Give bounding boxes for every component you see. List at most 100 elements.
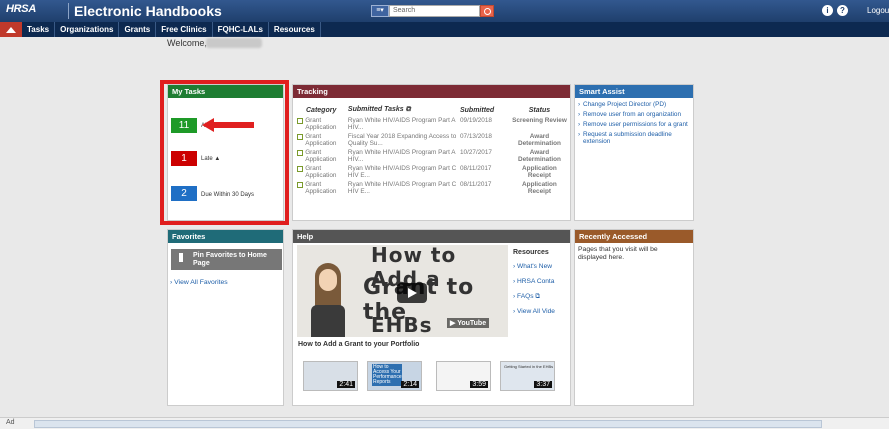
nav-organizations[interactable]: Organizations (55, 22, 120, 37)
table-row: Grant Application Ryan White HIV/AIDS Pr… (296, 180, 569, 196)
row-status: Award Determination (517, 149, 561, 163)
info-icon[interactable]: i (822, 5, 833, 16)
faqs-link[interactable]: › FAQs ⧉ (513, 293, 565, 301)
presenter-body (311, 305, 345, 337)
resources-heading: Resources (513, 249, 549, 256)
favorites-title: Favorites (168, 230, 283, 243)
hrsa-logo[interactable]: HRSA (6, 3, 36, 15)
search-scope-dropdown[interactable]: ≡▾ (371, 5, 389, 17)
row-category: Grant Application (305, 133, 337, 147)
row-category: Grant Application (305, 165, 337, 179)
thumbnail-label: Getting Started in the EHBs (504, 364, 554, 369)
row-task[interactable]: Ryan White HIV/AIDS Program Part A HIV..… (347, 148, 459, 164)
row-status: Application Receipt (522, 165, 557, 179)
video-duration: 2:14 (401, 381, 419, 388)
tracking-table: Category Submitted Tasks ⧉ Submitted Sta… (296, 104, 569, 196)
highlight-box (160, 80, 289, 225)
pin-icon (179, 253, 183, 262)
youtube-logo[interactable]: ▶ YouTube (447, 318, 490, 328)
table-row: Grant Application Ryan White HIV/AIDS Pr… (296, 148, 569, 164)
status-field (34, 420, 822, 428)
play-icon[interactable] (397, 283, 427, 303)
row-task[interactable]: Fiscal Year 2018 Expanding Access to Qua… (347, 132, 459, 148)
recently-accessed-text: Pages that you visit will be displayed h… (578, 246, 658, 261)
nav-grants[interactable]: Grants (119, 22, 157, 37)
thumbnail-label: How to Access Your Performance Reports (372, 364, 402, 386)
row-date: 09/19/2018 (459, 117, 492, 124)
tracking-title: Tracking (293, 85, 570, 98)
home-icon (6, 26, 16, 33)
help-icon[interactable]: ? (837, 5, 848, 16)
col-submitted-tasks[interactable]: Submitted Tasks ⧉ (347, 104, 459, 116)
row-task[interactable]: Ryan White HIV/AIDS Program Part C HIV E… (347, 180, 459, 196)
help-video-player[interactable]: How to Add a Grant to the EHBs Portfolio… (297, 245, 508, 337)
video-thumbnail[interactable]: Getting Started in the EHBs 3:37 (500, 361, 555, 391)
row-task[interactable]: Ryan White HIV/AIDS Program Part C HIV E… (347, 164, 459, 180)
table-row: Grant Application Fiscal Year 2018 Expan… (296, 132, 569, 148)
browser-status-bar: Ad (0, 417, 889, 429)
search-group: ≡▾ Search (371, 5, 494, 17)
app-title: Electronic Handbooks (74, 3, 222, 19)
row-status: Application Receipt (522, 181, 557, 195)
whats-new-link[interactable]: › What's New (513, 263, 565, 270)
video-thumbnail[interactable]: How to Access Your Performance Reports 2… (367, 361, 422, 391)
row-task[interactable]: Ryan White HIV/AIDS Program Part A HIV..… (347, 116, 459, 132)
logout-link[interactable]: Logout (867, 6, 889, 15)
edit-icon[interactable] (297, 166, 304, 172)
row-category: Grant Application (305, 117, 337, 131)
view-all-favorites-link[interactable]: › View All Favorites (170, 279, 228, 286)
video-thumbnail[interactable]: 3:59 (436, 361, 491, 391)
pin-favorites-label: Pin Favorites to Home Page (193, 252, 267, 267)
video-caption: How to Add a Grant to your Portfolio (298, 341, 420, 348)
tray-icons (832, 420, 882, 428)
edit-icon[interactable] (297, 150, 304, 156)
col-category: Category (306, 106, 337, 114)
edit-icon[interactable] (297, 134, 304, 140)
edit-icon[interactable] (297, 182, 304, 188)
video-duration: 2:41 (337, 381, 355, 388)
hrsa-contact-link[interactable]: › HRSA Conta (513, 278, 565, 285)
col-status: Status (528, 106, 551, 114)
red-arrow-icon (202, 118, 254, 132)
row-status: Award Determination (517, 133, 561, 147)
header-bar: HRSA Electronic Handbooks ≡▾ Search i ? … (0, 0, 889, 22)
row-date: 07/13/2018 (459, 133, 492, 140)
presenter-face (319, 269, 337, 291)
edit-icon[interactable] (297, 118, 304, 124)
redacted-username (206, 38, 262, 48)
nav-fqhc-lals[interactable]: FQHC-LALs (213, 22, 269, 37)
main-nav: Tasks Organizations Grants Free Clinics … (0, 22, 889, 37)
pin-favorites-button[interactable]: Pin Favorites to Home Page (171, 249, 282, 270)
row-category: Grant Application (305, 181, 337, 195)
nav-resources[interactable]: Resources (269, 22, 321, 37)
nav-tasks[interactable]: Tasks (22, 22, 56, 37)
status-text: Ad (6, 419, 15, 426)
table-row: Grant Application Ryan White HIV/AIDS Pr… (296, 164, 569, 180)
row-date: 08/11/2017 (459, 165, 492, 172)
row-category: Grant Application (305, 149, 337, 163)
video-thumbnail[interactable]: 2:41 (303, 361, 358, 391)
help-title: Help (293, 230, 570, 243)
home-button[interactable] (0, 22, 22, 37)
video-duration: 3:37 (534, 381, 552, 388)
smart-assist-link[interactable]: Request a submission deadline extension (578, 131, 690, 145)
logo-divider (68, 3, 69, 19)
smart-assist-list: Change Project Director (PD) Remove user… (578, 101, 690, 148)
view-all-videos-link[interactable]: › View All Vide (513, 308, 565, 315)
smart-assist-title: Smart Assist (575, 85, 693, 98)
tracking-header-row: Category Submitted Tasks ⧉ Submitted Sta… (296, 104, 569, 116)
row-status: Screening Review (512, 117, 567, 124)
search-button[interactable] (480, 5, 494, 17)
search-input[interactable]: Search (389, 5, 480, 17)
row-date: 10/27/2017 (459, 149, 492, 156)
col-submitted: Submitted (459, 106, 495, 114)
welcome-text: Welcome, (167, 38, 207, 48)
row-date: 08/11/2017 (459, 181, 492, 188)
table-row: Grant Application Ryan White HIV/AIDS Pr… (296, 116, 569, 132)
video-duration: 3:59 (470, 381, 488, 388)
smart-assist-link[interactable]: Remove user permissions for a grant (578, 121, 690, 128)
smart-assist-link[interactable]: Change Project Director (PD) (578, 101, 690, 108)
smart-assist-link[interactable]: Remove user from an organization (578, 111, 690, 118)
nav-free-clinics[interactable]: Free Clinics (156, 22, 213, 37)
recently-accessed-title: Recently Accessed (575, 230, 693, 243)
